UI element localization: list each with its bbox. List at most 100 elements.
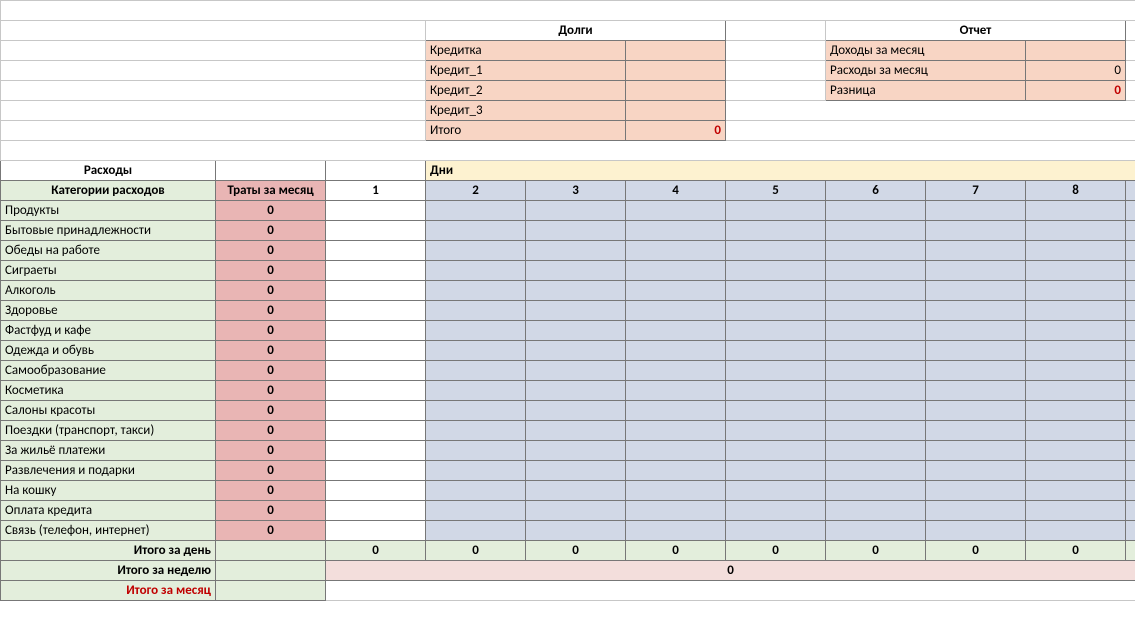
day-cell[interactable] (926, 221, 1026, 241)
day-cell[interactable] (626, 281, 726, 301)
debts-row-value[interactable] (626, 81, 726, 101)
debts-row-label[interactable]: Кредит_3 (426, 101, 626, 121)
day-cell[interactable] (926, 281, 1026, 301)
report-row-label[interactable]: Расходы за месяц (826, 61, 1026, 81)
day-cell[interactable] (1026, 221, 1126, 241)
day-cell[interactable] (826, 321, 926, 341)
category-label[interactable]: За жильё платежи (1, 441, 216, 461)
day-cell[interactable] (326, 321, 426, 341)
day-cell[interactable] (626, 381, 726, 401)
month-total-cell[interactable]: 0 (216, 401, 326, 421)
day-cell[interactable] (826, 341, 926, 361)
day-cell[interactable] (426, 221, 526, 241)
day-cell[interactable] (1026, 301, 1126, 321)
month-total-cell[interactable]: 0 (216, 501, 326, 521)
debts-row-label[interactable]: Кредитка (426, 41, 626, 61)
day-cell[interactable] (726, 481, 826, 501)
day-cell[interactable] (1026, 341, 1126, 361)
day-cell[interactable] (926, 201, 1026, 221)
debts-row-value[interactable] (626, 101, 726, 121)
day-cell[interactable] (1026, 461, 1126, 481)
month-total-label[interactable]: Итого за месяц (1, 581, 216, 601)
day-cell[interactable] (426, 381, 526, 401)
day-cell[interactable] (626, 401, 726, 421)
report-title[interactable]: Отчет (826, 21, 1126, 41)
day-header[interactable]: 1 (326, 181, 426, 201)
day-cell[interactable] (1126, 501, 1135, 521)
category-label[interactable]: Здоровье (1, 301, 216, 321)
category-label[interactable]: На кошку (1, 481, 216, 501)
day-cell[interactable] (826, 421, 926, 441)
day-cell[interactable] (926, 301, 1026, 321)
day-header[interactable]: 4 (626, 181, 726, 201)
day-header[interactable]: 6 (826, 181, 926, 201)
empty-cell[interactable] (1, 1, 1135, 21)
day-cell[interactable] (326, 481, 426, 501)
day-cell[interactable] (526, 341, 626, 361)
day-total[interactable]: 0 (326, 541, 426, 561)
day-cell[interactable] (726, 241, 826, 261)
category-label[interactable]: Обеды на работе (1, 241, 216, 261)
month-total-cell[interactable]: 0 (216, 301, 326, 321)
day-cell[interactable] (326, 201, 426, 221)
day-cell[interactable] (626, 441, 726, 461)
day-cell[interactable] (626, 201, 726, 221)
day-cell[interactable] (1126, 201, 1135, 221)
day-cell[interactable] (726, 401, 826, 421)
day-total-label[interactable]: Итого за день (1, 541, 216, 561)
day-cell[interactable] (626, 421, 726, 441)
day-cell[interactable] (526, 301, 626, 321)
category-label[interactable]: Развлечения и подарки (1, 461, 216, 481)
day-cell[interactable] (426, 461, 526, 481)
report-row-label[interactable]: Доходы за месяц (826, 41, 1026, 61)
day-cell[interactable] (926, 261, 1026, 281)
day-cell[interactable] (926, 321, 1026, 341)
day-cell[interactable] (1126, 421, 1135, 441)
debts-row-value[interactable] (626, 41, 726, 61)
day-cell[interactable] (926, 341, 1026, 361)
day-cell[interactable] (426, 201, 526, 221)
day-cell[interactable] (426, 521, 526, 541)
day-cell[interactable] (1126, 481, 1135, 501)
day-cell[interactable] (726, 361, 826, 381)
category-label[interactable]: Салоны красоты (1, 401, 216, 421)
day-cell[interactable] (526, 401, 626, 421)
day-cell[interactable] (526, 461, 626, 481)
day-header[interactable]: 5 (726, 181, 826, 201)
day-cell[interactable] (926, 401, 1026, 421)
debts-row-label[interactable]: Кредит_2 (426, 81, 626, 101)
day-total[interactable]: 0 (426, 541, 526, 561)
category-label[interactable]: Оплата кредита (1, 501, 216, 521)
report-row-value[interactable]: 0 (1026, 61, 1126, 81)
day-cell[interactable] (1026, 501, 1126, 521)
day-cell[interactable] (626, 501, 726, 521)
day-cell[interactable] (1126, 261, 1135, 281)
day-cell[interactable] (326, 381, 426, 401)
day-cell[interactable] (626, 321, 726, 341)
debts-row-label[interactable]: Кредит_1 (426, 61, 626, 81)
debts-total-label[interactable]: Итого (426, 121, 626, 141)
day-cell[interactable] (1026, 521, 1126, 541)
month-total-cell[interactable]: 0 (216, 461, 326, 481)
debts-row-value[interactable] (626, 61, 726, 81)
day-cell[interactable] (626, 341, 726, 361)
day-cell[interactable] (926, 521, 1026, 541)
category-label[interactable]: Продукты (1, 201, 216, 221)
day-cell[interactable] (826, 241, 926, 261)
month-total-cell[interactable]: 0 (216, 341, 326, 361)
day-cell[interactable] (926, 461, 1026, 481)
day-cell[interactable] (726, 461, 826, 481)
day-cell[interactable] (726, 301, 826, 321)
day-cell[interactable] (726, 441, 826, 461)
day-cell[interactable] (426, 281, 526, 301)
day-total[interactable]: 0 (926, 541, 1026, 561)
day-cell[interactable] (726, 221, 826, 241)
day-cell[interactable] (526, 261, 626, 281)
day-cell[interactable] (326, 361, 426, 381)
day-cell[interactable] (726, 341, 826, 361)
day-cell[interactable] (1126, 281, 1135, 301)
day-cell[interactable] (1126, 301, 1135, 321)
day-cell[interactable] (1126, 461, 1135, 481)
month-total-cell[interactable]: 0 (216, 221, 326, 241)
day-cell[interactable] (826, 381, 926, 401)
